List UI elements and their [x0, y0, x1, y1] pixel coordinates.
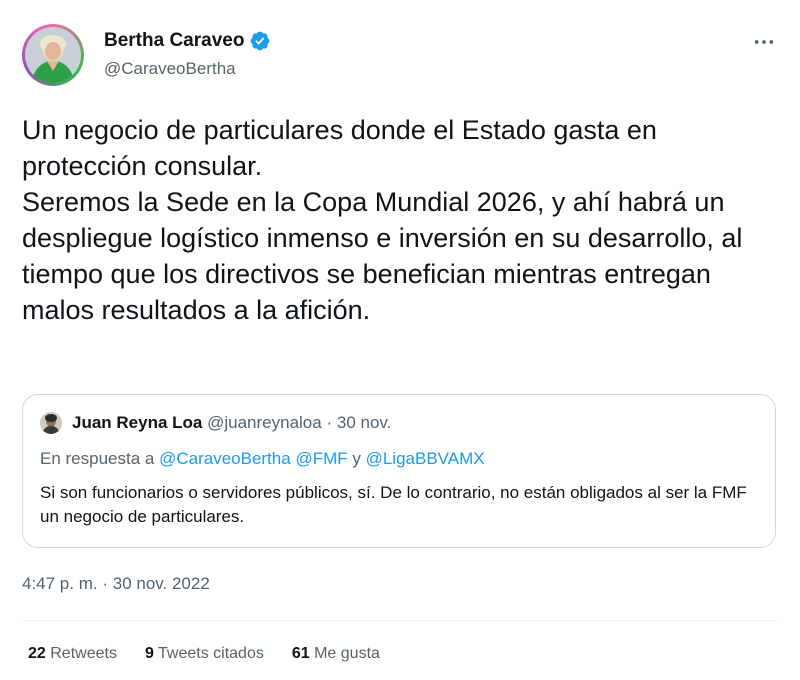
tweet-stats: 22 Retweets 9 Tweets citados 61 Me gusta	[28, 645, 380, 663]
tweet-text-line: Seremos la Sede en la Copa Mundial 2026,…	[22, 187, 743, 325]
retweets-stat[interactable]: 22 Retweets	[28, 645, 117, 663]
quoted-tweet[interactable]: Juan Reyna Loa @juanreynaloa · 30 nov. E…	[22, 394, 776, 548]
verified-badge-icon	[249, 30, 271, 52]
reply-mention-link[interactable]: @LigaBBVAMX	[366, 449, 485, 468]
author-avatar-image	[25, 27, 81, 83]
author-handle[interactable]: @CaraveoBertha	[104, 59, 236, 79]
tweet-text-line: Un negocio de particulares donde el Esta…	[22, 115, 657, 181]
quote-tweets-label: Tweets citados	[158, 645, 264, 662]
quote-tweets-stat[interactable]: 9 Tweets citados	[145, 645, 264, 663]
retweets-count: 22	[28, 645, 46, 662]
likes-count: 61	[291, 645, 310, 662]
quote-tweets-count: 9	[144, 645, 154, 662]
tweet-detail: Bertha Caraveo @CaraveoBertha Un negocio…	[0, 0, 800, 680]
timestamp-time[interactable]: 4:47 p. m.	[22, 574, 98, 593]
quoted-tweet-header: Juan Reyna Loa @juanreynaloa · 30 nov.	[72, 413, 391, 433]
quoted-date[interactable]: 30 nov.	[337, 413, 392, 432]
reply-mention-link[interactable]: @CaraveoBertha	[159, 449, 291, 468]
author-avatar[interactable]	[22, 24, 84, 86]
quoted-tweet-text: Si son funcionarios o servidores público…	[40, 483, 747, 526]
timestamp-date[interactable]: 30 nov. 2022	[113, 574, 210, 593]
timestamp-separator: ·	[102, 574, 109, 593]
likes-stat[interactable]: 61 Me gusta	[292, 645, 380, 663]
reply-mention-link[interactable]: @FMF	[295, 449, 347, 468]
reply-prefix: En respuesta a	[40, 449, 155, 468]
more-options-button[interactable]	[744, 26, 784, 58]
quoted-author-name[interactable]: Juan Reyna Loa	[72, 413, 202, 432]
tweet-timestamp: 4:47 p. m. · 30 nov. 2022	[22, 574, 210, 594]
quoted-reply-context: En respuesta a @CaraveoBertha @FMF y @Li…	[40, 449, 485, 469]
quoted-author-handle[interactable]: @juanreynaloa	[207, 413, 322, 432]
author-display-name[interactable]: Bertha Caraveo	[104, 30, 271, 52]
author-name-text: Bertha Caraveo	[104, 30, 245, 51]
quoted-author-avatar[interactable]	[40, 412, 62, 434]
quoted-author-avatar-image	[40, 412, 62, 434]
more-options-icon	[754, 40, 774, 44]
quoted-separator: ·	[326, 413, 333, 432]
tweet-text: Un negocio de particulares donde el Esta…	[22, 112, 782, 328]
divider	[22, 620, 778, 621]
retweets-label: Retweets	[50, 645, 117, 662]
reply-connector: y	[352, 449, 361, 468]
likes-label: Me gusta	[314, 645, 380, 662]
